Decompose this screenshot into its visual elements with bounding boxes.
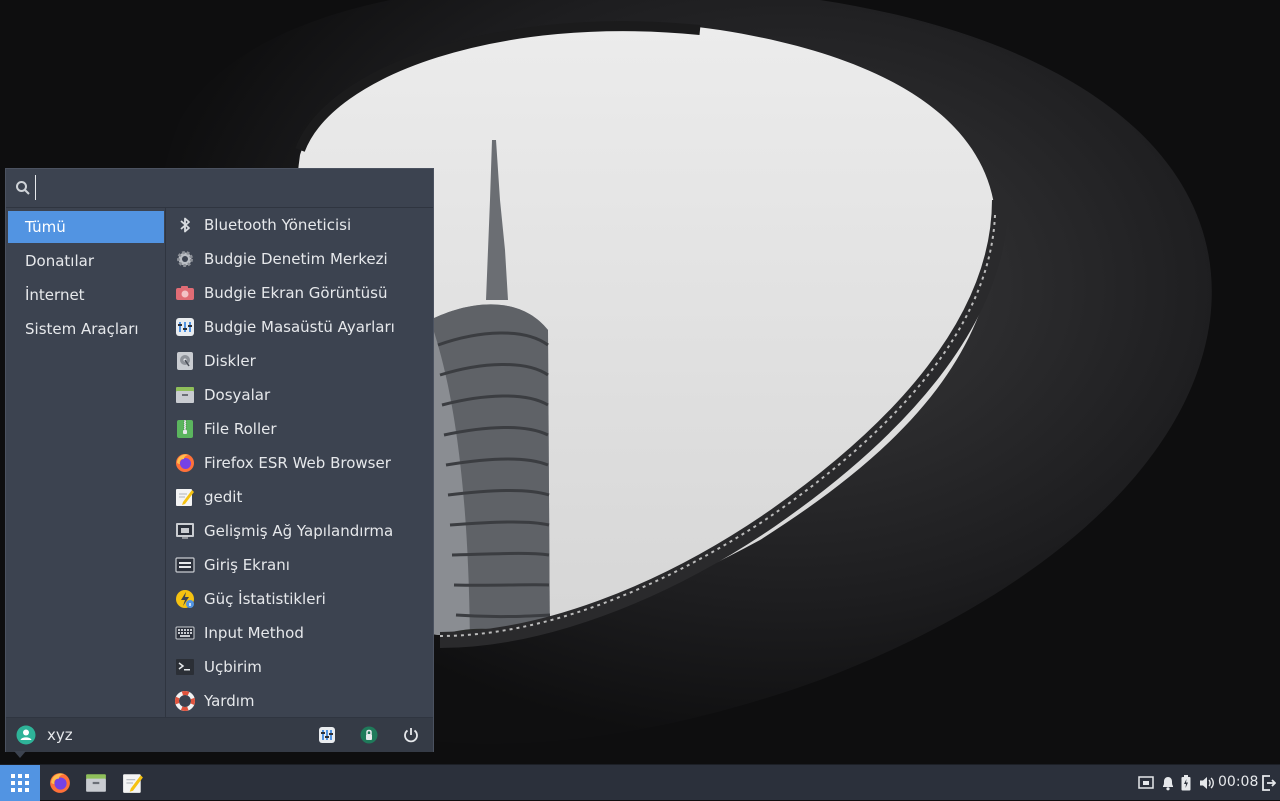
app-label: Budgie Masaüstü Ayarları [204, 318, 395, 336]
app-budgie-screenshot[interactable]: Budgie Ekran Görüntüsü [166, 276, 433, 310]
camera-icon [174, 282, 196, 304]
category-list: Tümü Donatılar İnternet Sistem Araçları [6, 208, 166, 717]
file-manager-icon [174, 384, 196, 406]
app-label: Bluetooth Yöneticisi [204, 216, 352, 234]
menu-pointer-arrow [14, 751, 26, 758]
app-input-method[interactable]: Input Method [166, 616, 433, 650]
help-lifebuoy-icon [174, 690, 196, 712]
app-label: Firefox ESR Web Browser [204, 454, 391, 472]
clock[interactable]: 00:08 [1218, 774, 1258, 790]
app-label: Budgie Ekran Görüntüsü [204, 284, 388, 302]
category-all[interactable]: Tümü [8, 211, 164, 243]
application-list: Bluetooth Yöneticisi Budgie Denetim Merk… [166, 208, 433, 717]
app-label: Diskler [204, 352, 256, 370]
menu-footer: xyz [6, 717, 433, 752]
disks-icon [174, 350, 196, 372]
category-internet[interactable]: İnternet [8, 279, 164, 311]
taskbar-gedit[interactable] [120, 770, 146, 796]
text-editor-icon [123, 774, 143, 793]
bluetooth-icon [174, 214, 196, 236]
power-button[interactable] [401, 725, 421, 745]
user-avatar-icon[interactable] [16, 725, 36, 749]
app-files[interactable]: Dosyalar [166, 378, 433, 412]
app-label: Budgie Denetim Merkezi [204, 250, 388, 268]
battery-icon[interactable] [1179, 774, 1193, 792]
user-name[interactable]: xyz [47, 726, 73, 744]
network-icon [174, 520, 196, 542]
network-wired-icon[interactable] [1137, 774, 1155, 792]
search-input[interactable] [36, 175, 416, 201]
logout-icon[interactable] [1262, 774, 1276, 792]
keyboard-icon [174, 622, 196, 644]
app-disks[interactable]: Diskler [166, 344, 433, 378]
app-label: Uçbirim [204, 658, 262, 676]
archive-icon [174, 418, 196, 440]
lock-button[interactable] [359, 725, 379, 745]
taskbar-files[interactable] [83, 770, 109, 796]
terminal-icon [174, 656, 196, 678]
app-login-screen[interactable]: Giriş Ekranı [166, 548, 433, 582]
app-label: Input Method [204, 624, 304, 642]
search-bar [6, 169, 433, 208]
text-caret [35, 175, 36, 200]
app-label: Giriş Ekranı [204, 556, 290, 574]
file-manager-icon [86, 774, 106, 792]
taskbar-firefox[interactable] [47, 770, 73, 796]
gear-icon [174, 248, 196, 270]
app-advanced-network-config[interactable]: Gelişmiş Ağ Yapılandırma [166, 514, 433, 548]
power-statistics-icon [174, 588, 196, 610]
app-gedit[interactable]: gedit [166, 480, 433, 514]
app-budgie-control-center[interactable]: Budgie Denetim Merkezi [166, 242, 433, 276]
app-help[interactable]: Yardım [166, 684, 433, 718]
app-label: File Roller [204, 420, 277, 438]
app-label: Gelişmiş Ağ Yapılandırma [204, 522, 394, 540]
bottom-panel: 00:08 [0, 764, 1280, 801]
category-accessories[interactable]: Donatılar [8, 245, 164, 277]
app-label: Güç İstatistikleri [204, 590, 326, 608]
app-file-roller[interactable]: File Roller [166, 412, 433, 446]
login-screen-icon [174, 554, 196, 576]
firefox-icon [50, 773, 70, 793]
app-firefox-esr[interactable]: Firefox ESR Web Browser [166, 446, 433, 480]
desktop-settings-icon [174, 316, 196, 338]
app-label: Dosyalar [204, 386, 271, 404]
bell-icon[interactable] [1160, 774, 1176, 792]
text-editor-icon [174, 486, 196, 508]
grid-icon [11, 774, 29, 792]
app-menu-button[interactable] [0, 765, 40, 801]
search-icon [15, 180, 31, 200]
app-power-statistics[interactable]: Güç İstatistikleri [166, 582, 433, 616]
desktop-settings-button[interactable] [317, 725, 337, 745]
application-menu: Tümü Donatılar İnternet Sistem Araçları … [5, 168, 434, 752]
app-label: gedit [204, 488, 243, 506]
app-bluetooth-manager[interactable]: Bluetooth Yöneticisi [166, 208, 433, 242]
app-label: Yardım [204, 692, 255, 710]
volume-icon[interactable] [1199, 774, 1215, 792]
category-system-tools[interactable]: Sistem Araçları [8, 313, 164, 345]
firefox-icon [174, 452, 196, 474]
app-terminal[interactable]: Uçbirim [166, 650, 433, 684]
app-budgie-desktop-settings[interactable]: Budgie Masaüstü Ayarları [166, 310, 433, 344]
